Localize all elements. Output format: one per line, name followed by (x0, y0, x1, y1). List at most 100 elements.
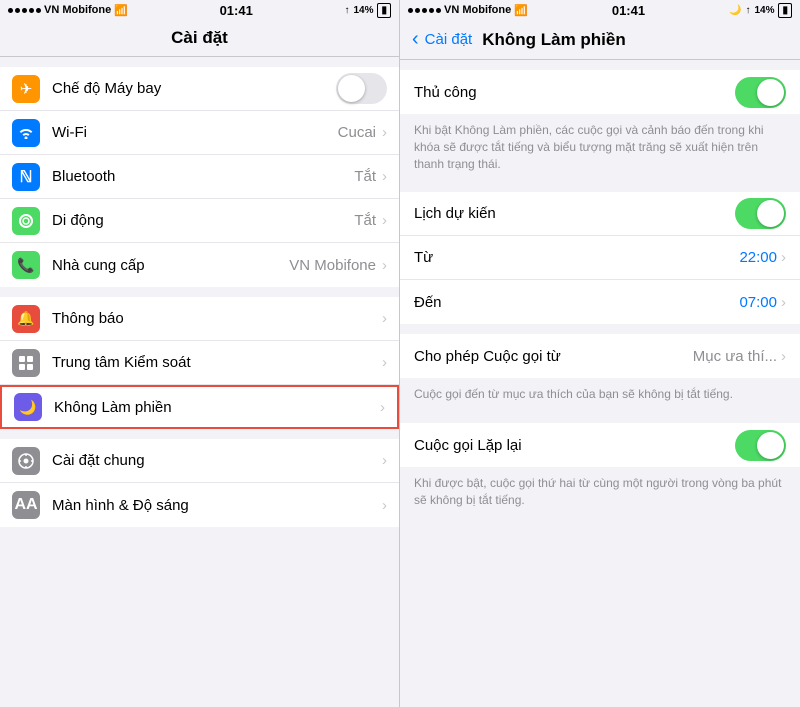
display-chevron: › (382, 497, 387, 514)
r-dot2 (415, 8, 420, 13)
manual-row[interactable]: Thủ công (400, 70, 800, 114)
dot4 (29, 8, 34, 13)
right-time: 01:41 (612, 3, 645, 18)
wifi-label: Wi-Fi (52, 124, 338, 141)
left-panel: VN Mobifone 📶 01:41 ↑ 14% ▮ Cài đặt ✈ Ch… (0, 0, 400, 707)
control-item[interactable]: Trung tâm Kiểm soát › (0, 341, 399, 385)
dnd-item[interactable]: 🌙 Không Làm phiền › (0, 385, 399, 429)
right-title: Không Làm phiền (482, 30, 626, 50)
general-icon (12, 447, 40, 475)
wifi-value: Cucai (338, 124, 376, 141)
dot3 (22, 8, 27, 13)
control-label: Trung tâm Kiểm soát (52, 354, 382, 371)
schedule-knob (757, 200, 784, 227)
general-chevron: › (382, 452, 387, 469)
allow-calls-value: Mục ưa thí... (693, 348, 777, 365)
airplane-icon: ✈ (12, 75, 40, 103)
repeat-description: Khi được bật, cuộc gọi thứ hai từ cùng m… (400, 467, 800, 519)
schedule-toggle[interactable] (735, 198, 786, 229)
to-row[interactable]: Đến 07:00 › (400, 280, 800, 324)
right-battery-icon: ▮ (778, 3, 792, 18)
bluetooth-value: Tắt (354, 168, 376, 185)
repeat-toggle[interactable] (735, 430, 786, 461)
wifi-chevron: › (382, 124, 387, 141)
r-dot1 (408, 8, 413, 13)
airplane-toggle[interactable] (336, 73, 387, 104)
right-location-icon: ↑ (745, 5, 750, 16)
manual-description: Khi bật Không Làm phiền, các cuộc gọi và… (400, 114, 800, 182)
cellular-label: Di động (52, 212, 354, 229)
r-dot3 (422, 8, 427, 13)
display-label: Màn hình & Độ sáng (52, 497, 382, 514)
dot1 (8, 8, 13, 13)
left-carrier: VN Mobifone (44, 4, 111, 16)
location-icon: ↑ (344, 5, 349, 16)
left-time: 01:41 (220, 3, 253, 18)
schedule-row[interactable]: Lịch dự kiến (400, 192, 800, 236)
repeat-label: Cuộc gọi Lặp lại (414, 437, 522, 454)
settings-group-2: 🔔 Thông báo › Trung tâm Kiểm soát › 🌙 Kh… (0, 297, 399, 429)
cellular-chevron: › (382, 212, 387, 229)
settings-group-1: ✈ Chế độ Máy bay Wi-Fi Cucai › ℕ Bluetoo… (0, 67, 399, 287)
allow-calls-value-wrap: Mục ưa thí... › (693, 348, 786, 365)
schedule-section: Lịch dự kiến Từ 22:00 › Đến 07:00 › (400, 192, 800, 324)
r-dot4 (429, 8, 434, 13)
carrier-value: VN Mobifone (289, 257, 376, 274)
carrier-icon: 📞 (12, 251, 40, 279)
from-label: Từ (414, 249, 433, 266)
wifi-item[interactable]: Wi-Fi Cucai › (0, 111, 399, 155)
back-chevron-icon[interactable]: ‹ (412, 28, 419, 51)
display-icon: AA (12, 491, 40, 519)
left-header: Cài đặt (0, 20, 399, 57)
repeat-knob (757, 432, 784, 459)
allow-description: Cuộc gọi đến từ mục ưa thích của bạn sẽ … (400, 378, 800, 413)
bluetooth-icon: ℕ (12, 163, 40, 191)
notification-icon: 🔔 (12, 305, 40, 333)
airplane-label: Chế độ Máy bay (52, 80, 336, 97)
airplane-item[interactable]: ✈ Chế độ Máy bay (0, 67, 399, 111)
cellular-item[interactable]: Di động Tắt › (0, 199, 399, 243)
general-item[interactable]: Cài đặt chung › (0, 439, 399, 483)
control-chevron: › (382, 354, 387, 371)
bluetooth-chevron: › (382, 168, 387, 185)
left-status-right: ↑ 14% ▮ (344, 3, 391, 18)
bluetooth-item[interactable]: ℕ Bluetooth Tắt › (0, 155, 399, 199)
left-title: Cài đặt (171, 28, 228, 47)
right-battery: 14% (754, 5, 774, 16)
to-chevron: › (781, 294, 786, 311)
control-icon (12, 349, 40, 377)
display-item[interactable]: AA Màn hình & Độ sáng › (0, 483, 399, 527)
back-label[interactable]: Cài đặt (425, 31, 473, 48)
manual-knob (757, 79, 784, 106)
manual-section: Thủ công (400, 70, 800, 114)
to-label: Đến (414, 294, 442, 311)
right-carrier: VN Mobifone (444, 4, 511, 16)
from-row[interactable]: Từ 22:00 › (400, 236, 800, 280)
left-status-bar: VN Mobifone 📶 01:41 ↑ 14% ▮ (0, 0, 399, 20)
battery-icon: ▮ (377, 3, 391, 18)
right-panel: VN Mobifone 📶 01:41 🌙 ↑ 14% ▮ ‹ Cài đặt … (400, 0, 800, 707)
repeat-row[interactable]: Cuộc gọi Lặp lại (400, 423, 800, 467)
dnd-icon: 🌙 (14, 393, 42, 421)
dot2 (15, 8, 20, 13)
dot5 (36, 8, 41, 13)
right-signal-dots (408, 8, 441, 13)
allow-calls-label: Cho phép Cuộc gọi từ (414, 348, 561, 365)
allow-section: Cho phép Cuộc gọi từ Mục ưa thí... › (400, 334, 800, 378)
signal-dots (8, 8, 41, 13)
right-moon-icon: 🌙 (729, 5, 741, 16)
schedule-label: Lịch dự kiến (414, 205, 496, 222)
carrier-item[interactable]: 📞 Nhà cung cấp VN Mobifone › (0, 243, 399, 287)
general-label: Cài đặt chung (52, 452, 382, 469)
r-dot5 (436, 8, 441, 13)
right-header: ‹ Cài đặt Không Làm phiền (400, 20, 800, 60)
manual-toggle[interactable] (735, 77, 786, 108)
right-content: Thủ công Khi bật Không Làm phiền, các cu… (400, 60, 800, 707)
from-value: 22:00 (739, 249, 777, 266)
allow-calls-row[interactable]: Cho phép Cuộc gọi từ Mục ưa thí... › (400, 334, 800, 378)
notification-item[interactable]: 🔔 Thông báo › (0, 297, 399, 341)
right-status-right: 🌙 ↑ 14% ▮ (729, 3, 792, 18)
carrier-label: Nhà cung cấp (52, 257, 289, 274)
left-status-left: VN Mobifone 📶 (8, 4, 128, 17)
manual-label: Thủ công (414, 84, 477, 101)
